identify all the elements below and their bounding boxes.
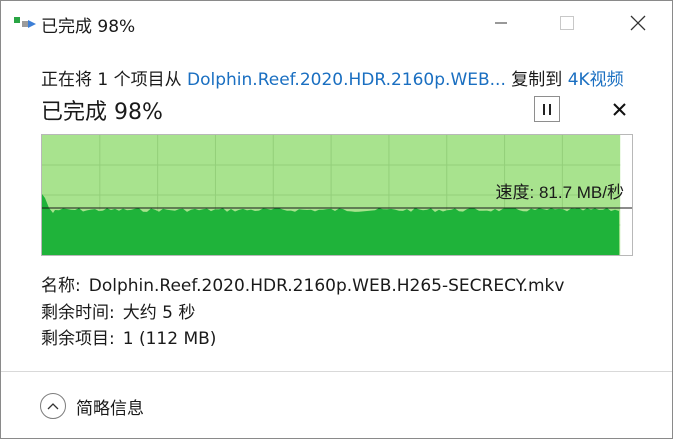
source-link[interactable]: Dolphin.Reef.2020.HDR.2160p.WEB... [187,70,506,90]
copy-progress-dialog: 已完成 98% 正在将 1 个项目从 Dolphin.Reef.2020.HDR… [0,0,673,439]
cancel-button[interactable] [606,96,632,122]
copy-middle: 复制到 [505,70,568,90]
close-icon [630,15,646,31]
name-label: 名称: [41,276,81,296]
window-title: 已完成 98% [41,17,136,37]
name-value: Dolphin.Reef.2020.HDR.2160p.WEB.H265-SEC… [88,276,565,296]
items-remaining-value: 1 (112 MB) [122,329,217,349]
time-remaining-value: 大约 5 秒 [122,302,196,323]
chevron-up-icon [40,393,66,419]
pause-icon [541,103,553,115]
time-remaining-label: 剩余时间: [41,302,115,323]
speed-label: 速度: 81.7 MB/秒 [496,183,624,202]
minimize-icon [495,22,507,24]
items-remaining-row: 剩余项目: 1 (112 MB) [41,326,564,353]
pause-button[interactable] [534,96,560,122]
transfer-speed-chart: 速度: 81.7 MB/秒 [41,134,633,256]
name-row: 名称: Dolphin.Reef.2020.HDR.2160p.WEB.H265-… [41,273,564,300]
fewer-details-toggle[interactable]: 简略信息 [40,391,144,421]
progress-heading: 已完成 98% [41,100,163,125]
close-window-button[interactable] [615,1,661,45]
time-remaining-row: 剩余时间: 大约 5 秒 [41,300,564,327]
items-remaining-label: 剩余项目: [41,329,115,349]
fewer-details-label: 简略信息 [76,398,144,419]
copy-prefix: 正在将 1 个项目从 [41,70,188,90]
close-icon [612,102,626,116]
maximize-icon [560,16,574,30]
copy-description: 正在将 1 个项目从 Dolphin.Reef.2020.HDR.2160p.W… [41,65,624,90]
footer-divider [1,371,672,372]
transfer-details: 名称: Dolphin.Reef.2020.HDR.2160p.WEB.H265-… [41,273,564,353]
minimize-button[interactable] [478,1,524,45]
maximize-button[interactable] [544,1,590,45]
title-bar: 已完成 98% [1,1,672,45]
copy-files-icon [14,17,36,28]
destination-link[interactable]: 4K视频 [568,70,624,90]
